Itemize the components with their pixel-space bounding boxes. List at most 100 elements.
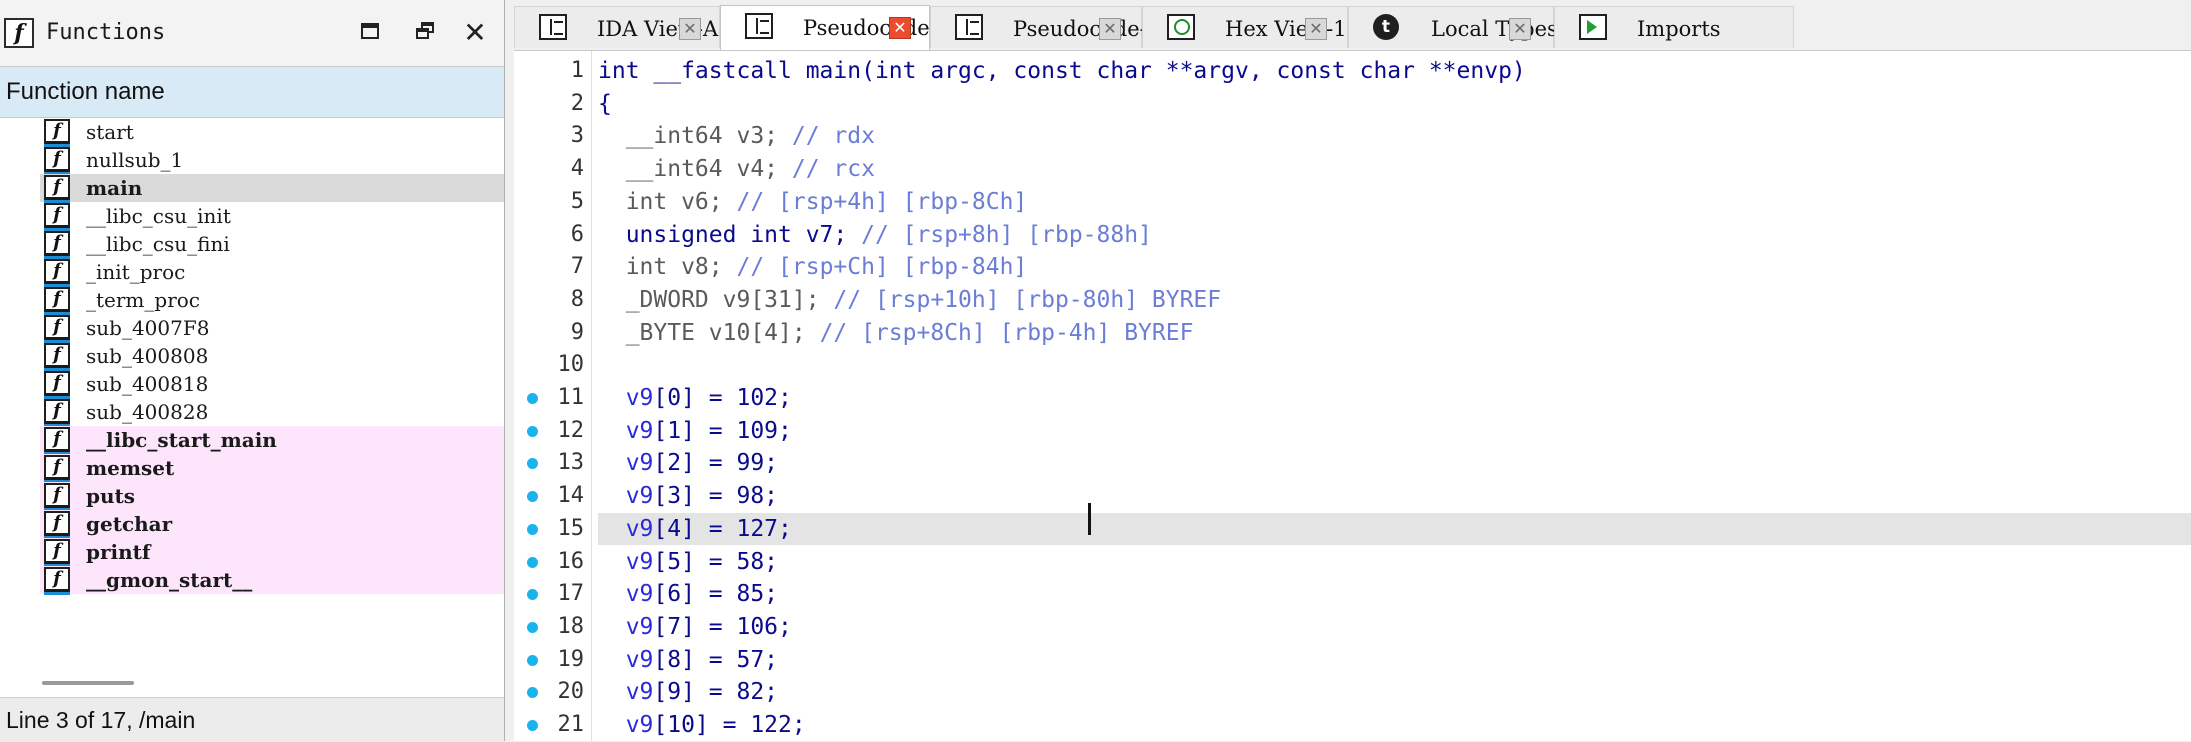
code-token: v9: [598, 581, 654, 608]
code-line[interactable]: 12 v9[1] = 109;: [514, 415, 2191, 447]
function-row[interactable]: f sub_400828: [0, 398, 504, 427]
code-line[interactable]: 19 v9[8] = 57;: [514, 644, 2191, 676]
function-name: _term_proc: [86, 288, 201, 312]
code-text: __int64 v3; // rdx: [598, 120, 875, 152]
code-token: [10] = 122;: [653, 712, 806, 738]
function-row[interactable]: f sub_400808: [0, 342, 504, 371]
code-line[interactable]: 15 v9[4] = 127;: [514, 512, 2191, 545]
tab-close-icon[interactable]: ✕: [1509, 18, 1531, 40]
breakpoint-dot-icon[interactable]: [527, 491, 538, 503]
code-token: v9: [598, 712, 654, 738]
code-token: [8] = 57;: [653, 646, 779, 673]
function-row[interactable]: f sub_400818: [0, 370, 504, 399]
function-name: printf: [86, 540, 151, 564]
code-line[interactable]: 4 __int64 v4; // rcx: [514, 153, 2191, 185]
function-name: sub_400808: [86, 344, 209, 368]
tab-pseudocode-b[interactable]: Pseudocode-B ✕: [720, 5, 952, 50]
function-row[interactable]: f getchar: [0, 510, 504, 539]
tab-pseudocode-a[interactable]: Pseudocode-A ✕: [930, 6, 1162, 48]
function-icon: f: [44, 175, 70, 203]
code-line[interactable]: 11 v9[0] = 102;: [514, 382, 2191, 414]
restore-icon[interactable]: [413, 20, 439, 46]
code-line[interactable]: 16 v9[5] = 58;: [514, 546, 2191, 578]
column-header-label: Function name: [6, 78, 165, 105]
code-line[interactable]: 13 v9[2] = 99;: [514, 447, 2191, 479]
functions-titlebar[interactable]: f Functions ✕: [0, 0, 504, 67]
function-row[interactable]: f printf: [0, 538, 504, 567]
tab-close-icon[interactable]: ✕: [1099, 18, 1121, 40]
function-name-column-header[interactable]: Function name: [0, 67, 504, 118]
function-row[interactable]: f __gmon_start__: [0, 566, 504, 595]
code-line[interactable]: 7 int v8; // [rsp+Ch] [rbp-84h]: [514, 251, 2191, 283]
code-line[interactable]: 9 _BYTE v10[4]; // [rsp+8Ch] [rbp-4h] BY…: [514, 317, 2191, 349]
breakpoint-dot-icon[interactable]: [527, 393, 538, 404]
line-number: 3: [570, 123, 584, 149]
breakpoint-dot-icon[interactable]: [527, 621, 538, 633]
maximize-icon[interactable]: [358, 20, 384, 46]
function-icon: f: [44, 483, 70, 511]
function-row[interactable]: f _init_proc: [0, 258, 504, 287]
current-line-highlight: [598, 512, 2191, 545]
breakpoint-dot-icon[interactable]: [527, 556, 538, 568]
line-number: 8: [570, 286, 584, 312]
line-number: 19: [557, 646, 585, 672]
code-token: // [rsp+8h] [rbp-88h]: [861, 221, 1152, 248]
code-line[interactable]: 17 v9[6] = 85;: [514, 578, 2191, 610]
tab-local-types[interactable]: Local Types✕: [1348, 6, 1558, 48]
tab-close-icon[interactable]: ✕: [1305, 18, 1327, 40]
code-line[interactable]: 18 v9[7] = 106;: [514, 611, 2191, 643]
code-token: __int64 v3;: [598, 123, 792, 150]
code-line[interactable]: 20 v9[9] = 82;: [514, 676, 2191, 708]
function-name: __libc_csu_fini: [86, 232, 230, 256]
breakpoint-dot-icon[interactable]: [527, 458, 538, 470]
function-row[interactable]: f sub_4007F8: [0, 314, 504, 343]
function-row[interactable]: f __libc_csu_init: [0, 202, 504, 231]
code-line[interactable]: 10: [514, 349, 2191, 381]
horizontal-scrollbar[interactable]: [42, 681, 134, 685]
code-text: int __fastcall main(int argc, const char…: [598, 55, 1526, 87]
imports-icon: [1579, 14, 1607, 40]
code-token: [5] = 58;: [653, 548, 779, 575]
code-line[interactable]: 21 v9[10] = 122;: [514, 709, 2191, 741]
code-token: [1] = 109;: [653, 417, 792, 444]
function-row[interactable]: f puts: [0, 482, 504, 511]
code-line[interactable]: 2{: [514, 88, 2191, 120]
tab-close-icon[interactable]: ✕: [679, 18, 701, 40]
function-row[interactable]: f nullsub_1: [0, 146, 504, 175]
code-line[interactable]: 1 int __fastcall main(int argc, const cha…: [514, 55, 2191, 87]
text-cursor: [1088, 503, 1091, 535]
code-line[interactable]: 5 int v6; // [rsp+4h] [rbp-8Ch]: [514, 186, 2191, 218]
function-row[interactable]: f __libc_csu_fini: [0, 230, 504, 259]
breakpoint-dot-icon[interactable]: [527, 425, 538, 437]
tab-close-icon[interactable]: ✕: [889, 17, 911, 39]
line-number: 12: [557, 417, 585, 443]
tab-ida-view-a[interactable]: IDA View-A ✕: [514, 6, 720, 48]
code-line[interactable]: 14 v9[3] = 98;: [514, 480, 2191, 512]
breakpoint-dot-icon[interactable]: [527, 720, 538, 731]
tab-hex-view-1[interactable]: Hex View-1 ✕: [1142, 6, 1348, 48]
breakpoint-dot-icon[interactable]: [527, 523, 538, 535]
breakpoint-dot-icon[interactable]: [527, 687, 538, 699]
code-line[interactable]: 6 unsigned int v7; // [rsp+8h] [rbp-88h]: [514, 219, 2191, 251]
function-icon: f: [44, 315, 70, 343]
function-icon: f: [44, 259, 70, 287]
pseudocode-view[interactable]: 1 int __fastcall main(int argc, const cha…: [514, 51, 2191, 741]
code-token: v9: [598, 417, 654, 444]
code-text: v9[2] = 99;: [598, 447, 778, 479]
tab-imports[interactable]: Imports: [1554, 6, 1794, 48]
code-text: v9[4] = 127;: [598, 513, 792, 545]
pseudocode-icon: [955, 14, 983, 40]
code-line[interactable]: 8 _DWORD v9[31]; // [rsp+10h] [rbp-80h] …: [514, 284, 2191, 316]
function-row[interactable]: f start: [0, 118, 504, 147]
close-icon[interactable]: ✕: [462, 19, 488, 47]
breakpoint-dot-icon[interactable]: [527, 654, 538, 666]
function-row[interactable]: f main: [0, 174, 504, 203]
code-line[interactable]: 3 __int64 v3; // rdx: [514, 120, 2191, 152]
code-token: // rdx: [791, 123, 875, 150]
function-row[interactable]: f __libc_start_main: [0, 426, 504, 455]
breakpoint-dot-icon[interactable]: [527, 589, 538, 601]
code-token: [4] = 127;: [653, 515, 792, 542]
function-row[interactable]: f _term_proc: [0, 286, 504, 315]
code-token: // rcx: [791, 156, 875, 183]
function-row[interactable]: f memset: [0, 454, 504, 483]
